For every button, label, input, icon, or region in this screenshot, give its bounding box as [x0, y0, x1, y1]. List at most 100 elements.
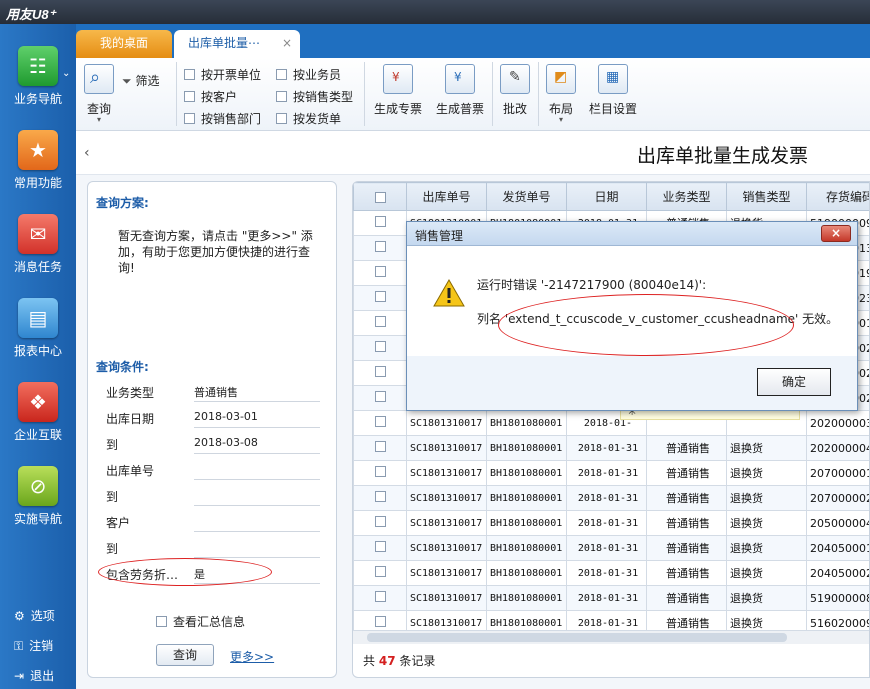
checkbox[interactable]	[184, 113, 195, 124]
condition-value[interactable]	[194, 488, 320, 506]
checkbox[interactable]	[276, 113, 287, 124]
row-checkbox[interactable]	[374, 491, 386, 502]
layout-button[interactable]: ◩ 布局 ▾	[544, 64, 578, 124]
row-checkbox[interactable]	[374, 391, 386, 402]
row-select-cell[interactable]	[353, 510, 407, 536]
row-checkbox[interactable]	[374, 466, 386, 477]
scrollbar-thumb[interactable]	[367, 633, 787, 642]
row-checkbox[interactable]	[374, 516, 386, 527]
check-by-sales-type[interactable]: 按销售类型	[276, 88, 353, 105]
query-submit-button[interactable]: 查询	[156, 644, 214, 666]
nav-messages[interactable]: ✉ 消息任务	[0, 214, 76, 275]
column-header[interactable]: 业务类型	[646, 182, 727, 211]
row-select-cell[interactable]	[353, 235, 407, 261]
check-by-delivery[interactable]: 按发货单	[276, 110, 341, 127]
row-select-cell[interactable]	[353, 335, 407, 361]
more-link[interactable]: 更多>>	[230, 648, 274, 665]
column-settings-label: 栏目设置	[588, 102, 637, 116]
row-checkbox[interactable]	[374, 366, 386, 377]
condition-value[interactable]	[194, 540, 320, 558]
dialog-title-bar[interactable]: 销售管理 ×	[407, 222, 857, 246]
query-button[interactable]: ⌕ 查询 ▾	[82, 64, 116, 124]
condition-row: 到 2018-03-08	[106, 432, 326, 456]
chevron-down-icon[interactable]: ⌄	[62, 68, 70, 79]
checkbox[interactable]	[276, 69, 287, 80]
row-select-cell[interactable]	[353, 285, 407, 311]
table-row[interactable]: SC1801310017BH18010800012018-01-31普通销售退换…	[353, 485, 869, 511]
condition-value[interactable]	[194, 462, 320, 480]
row-checkbox[interactable]	[374, 316, 386, 327]
batch-edit-button[interactable]: ✎ 批改	[498, 64, 532, 117]
gen-normal-invoice-button[interactable]: ¥ 生成普票	[432, 64, 488, 117]
funnel-icon: ⏷	[122, 74, 132, 88]
table-row[interactable]: SC1801310017BH18010800012018-01-31普通销售退换…	[353, 510, 869, 536]
table-row[interactable]: SC1801310017BH18010800012018-01-31普通销售退换…	[353, 535, 869, 561]
nav-options[interactable]: ⚙ 选项	[14, 607, 55, 624]
row-select-cell[interactable]	[353, 410, 407, 436]
check-by-sales-dept[interactable]: 按销售部门	[184, 110, 261, 127]
table-row[interactable]: SC1801310017BH18010800012018-01-31普通销售退换…	[353, 585, 869, 611]
row-checkbox[interactable]	[374, 566, 386, 577]
check-by-salesperson[interactable]: 按业务员	[276, 66, 341, 83]
table-row[interactable]: SC1801310017BH18010800012018-01-31普通销售退换…	[353, 435, 869, 461]
column-header[interactable]: 存货编码	[806, 182, 869, 211]
nav-reports[interactable]: ▤ 报表中心	[0, 298, 76, 359]
row-select-cell[interactable]	[353, 460, 407, 486]
row-checkbox[interactable]	[374, 616, 386, 627]
row-select-cell[interactable]	[353, 385, 407, 411]
row-checkbox[interactable]	[374, 341, 386, 352]
row-select-cell[interactable]	[353, 260, 407, 286]
row-select-cell[interactable]	[353, 485, 407, 511]
condition-value[interactable]: 2018-03-01	[194, 410, 320, 428]
row-checkbox[interactable]	[374, 291, 386, 302]
row-select-cell[interactable]	[353, 560, 407, 586]
row-select-cell[interactable]	[353, 585, 407, 611]
table-row[interactable]: SC1801310017BH18010800012018-01-31普通销售退换…	[353, 460, 869, 486]
row-checkbox[interactable]	[374, 266, 386, 277]
column-settings-button[interactable]: ▦ 栏目设置	[586, 64, 640, 117]
condition-value[interactable]: 是	[194, 566, 320, 584]
summary-toggle[interactable]: 查看汇总信息	[156, 613, 245, 630]
table-row[interactable]: SC1801310017BH18010800012018-01-31普通销售退换…	[353, 560, 869, 586]
gen-special-invoice-button[interactable]: ¥ 生成专票	[370, 64, 426, 117]
filter-button[interactable]: ⏷ 筛选	[122, 72, 172, 89]
row-checkbox[interactable]	[374, 441, 386, 452]
select-all-checkbox[interactable]	[374, 191, 386, 203]
row-select-cell[interactable]	[353, 210, 407, 236]
checkbox[interactable]	[156, 616, 167, 627]
horizontal-scrollbar[interactable]	[353, 630, 869, 644]
column-header[interactable]: 日期	[566, 182, 647, 211]
row-select-cell[interactable]	[353, 310, 407, 336]
row-checkbox[interactable]	[374, 216, 386, 227]
check-by-customer[interactable]: 按客户	[184, 88, 237, 105]
condition-value[interactable]: 普通销售	[194, 384, 320, 402]
nav-favorites[interactable]: ★ 常用功能	[0, 130, 76, 191]
checkbox[interactable]	[184, 69, 195, 80]
close-icon[interactable]: ×	[282, 30, 292, 56]
ok-button[interactable]: 确定	[757, 368, 831, 396]
condition-value[interactable]	[194, 514, 320, 532]
row-select-cell[interactable]	[353, 360, 407, 386]
check-by-invoice-unit[interactable]: 按开票单位	[184, 66, 261, 83]
nav-interconnect[interactable]: ❖ 企业互联	[0, 382, 76, 443]
row-checkbox[interactable]	[374, 541, 386, 552]
nav-exit[interactable]: ⇥ 退出	[14, 667, 54, 684]
close-icon[interactable]: ×	[821, 225, 851, 242]
nav-implementation[interactable]: ⊘ 实施导航	[0, 466, 76, 527]
column-header[interactable]: 销售类型	[726, 182, 807, 211]
checkbox[interactable]	[276, 91, 287, 102]
row-select-cell[interactable]	[353, 435, 407, 461]
row-checkbox[interactable]	[374, 416, 386, 427]
checkbox[interactable]	[184, 91, 195, 102]
row-checkbox[interactable]	[374, 591, 386, 602]
chevron-left-icon[interactable]: ‹	[84, 145, 90, 161]
column-header[interactable]: 出库单号	[406, 182, 487, 211]
condition-value[interactable]: 2018-03-08	[194, 436, 320, 454]
tab-desktop[interactable]: 我的桌面	[76, 30, 172, 58]
row-select-cell[interactable]	[353, 535, 407, 561]
nav-logout[interactable]: ⚿ 注销	[14, 637, 53, 654]
select-all-header[interactable]	[353, 182, 407, 211]
column-header[interactable]: 发货单号	[486, 182, 567, 211]
row-checkbox[interactable]	[374, 241, 386, 252]
tab-outbound-batch[interactable]: 出库单批量⋯ ×	[174, 30, 300, 58]
